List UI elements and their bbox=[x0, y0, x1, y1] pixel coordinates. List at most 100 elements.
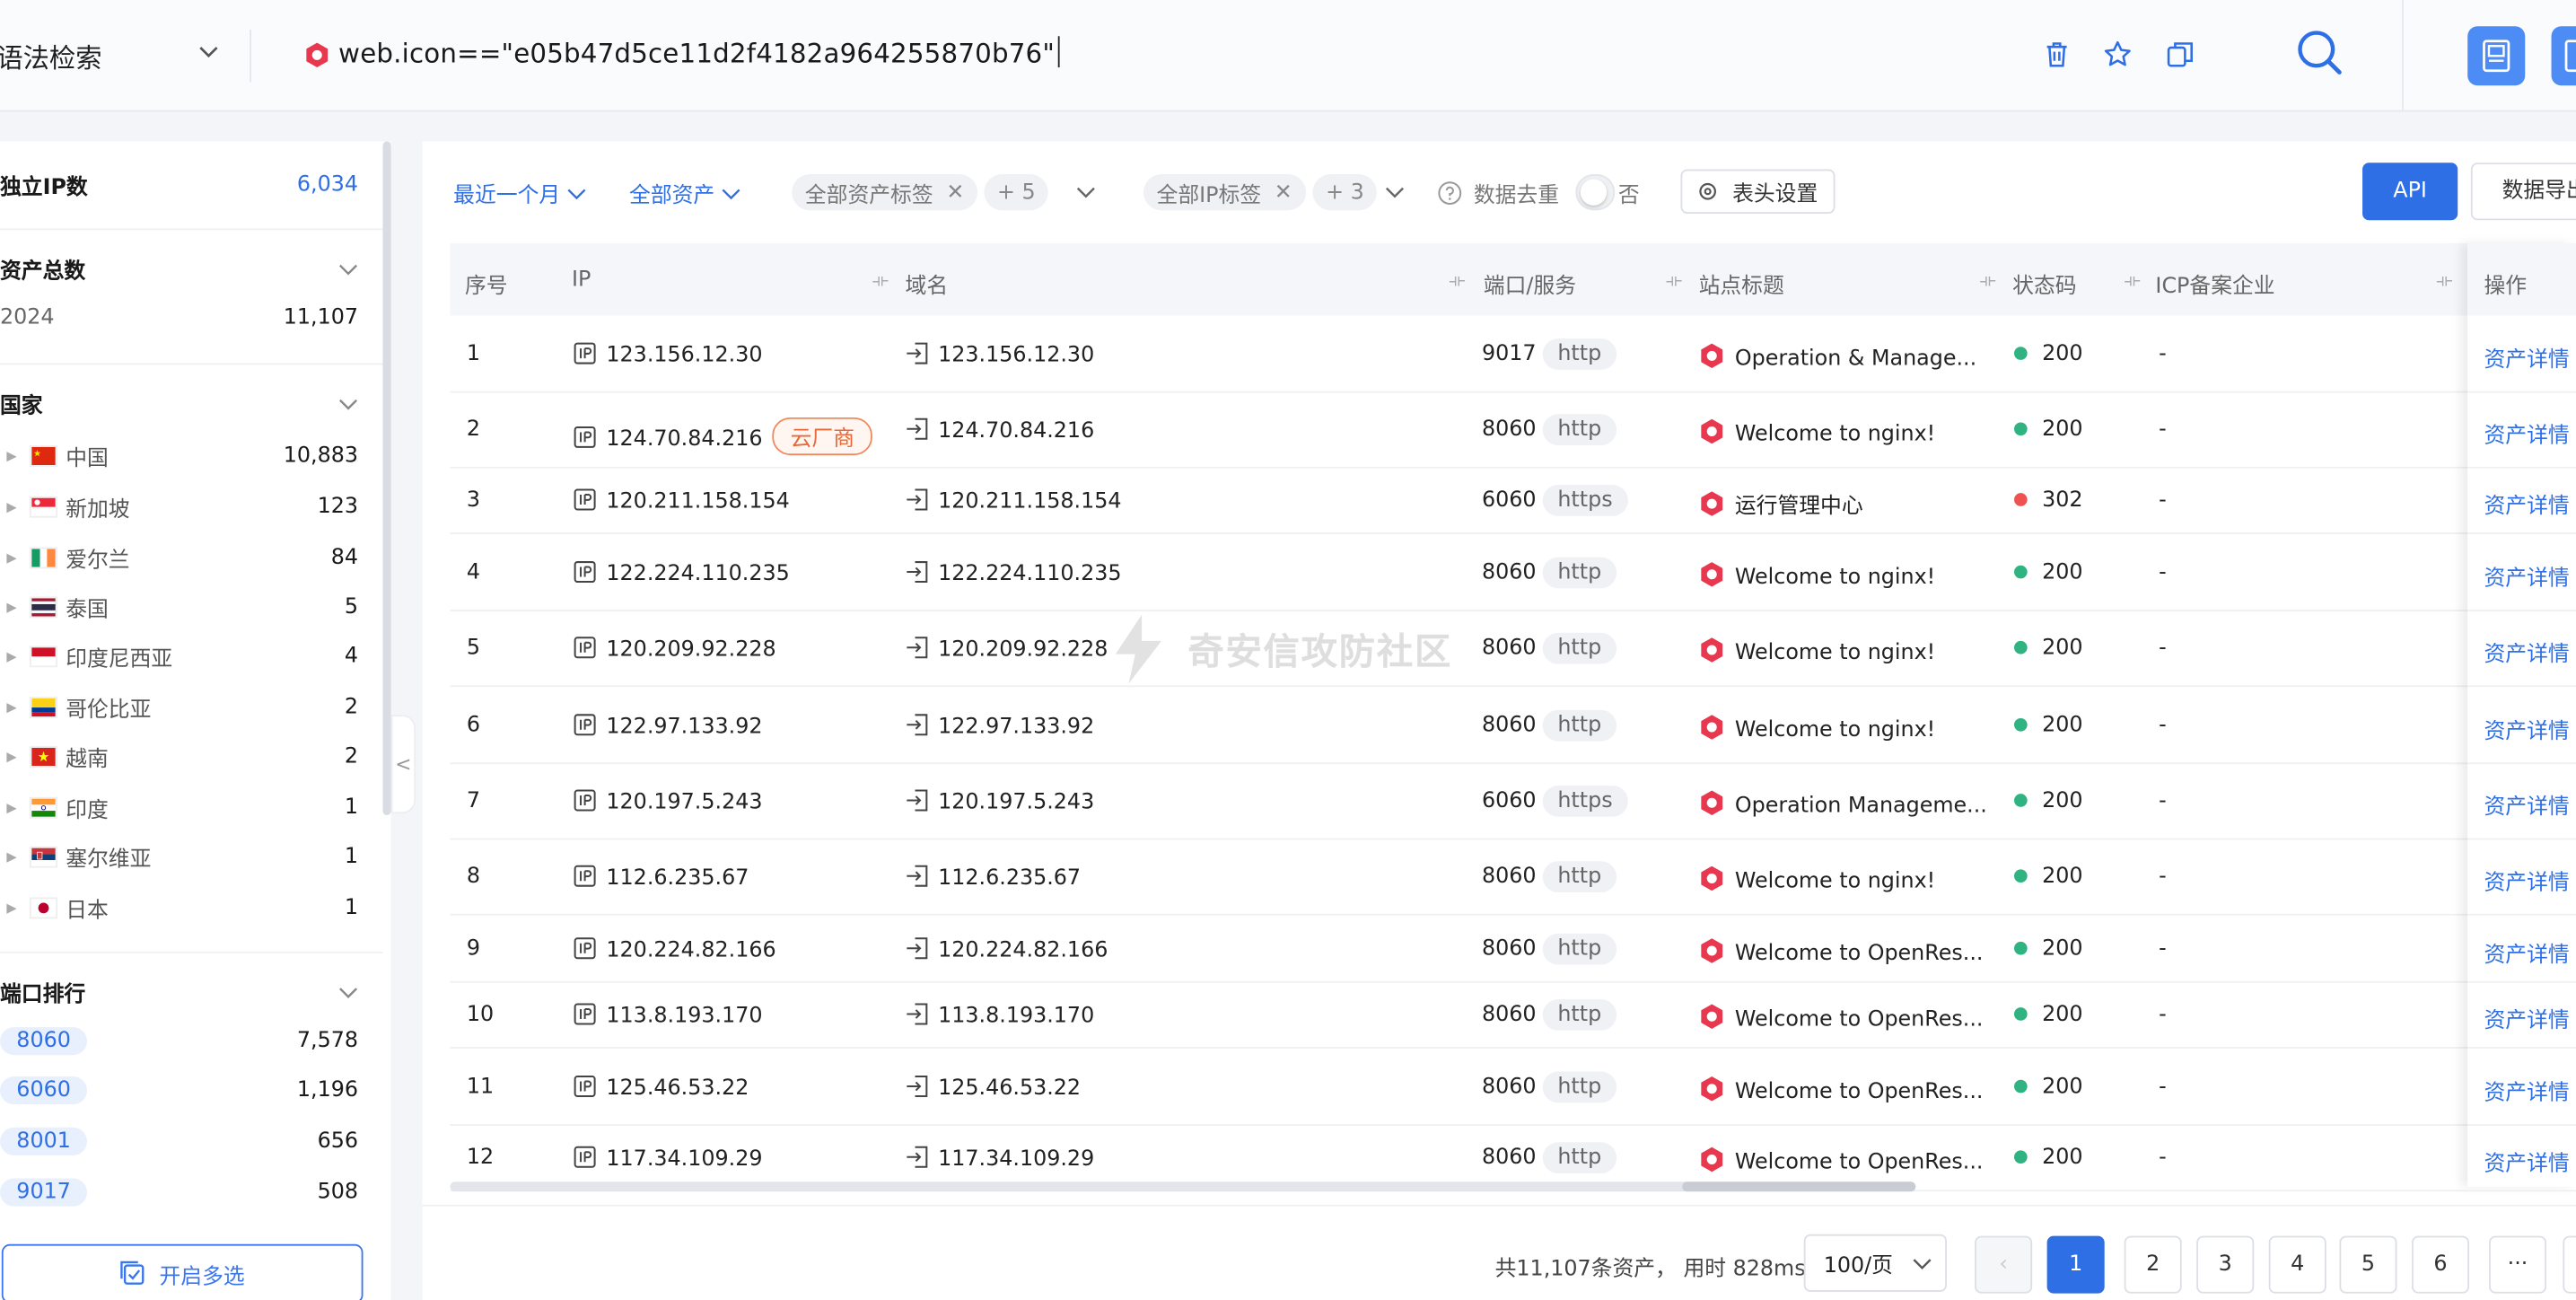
col-header-port[interactable]: 端口/服务 bbox=[1484, 268, 1576, 299]
site-title[interactable]: Welcome to nginx! bbox=[1735, 641, 1935, 665]
port-cell[interactable]: 8060 http bbox=[1482, 1070, 1617, 1102]
chevron-down-icon[interactable] bbox=[338, 397, 358, 410]
domain-value[interactable]: 120.209.92.228 bbox=[938, 637, 1108, 662]
domain-value[interactable]: 113.8.193.170 bbox=[938, 1004, 1094, 1028]
expand-icon[interactable]: ▶ bbox=[0, 649, 30, 663]
site-title[interactable]: Welcome to nginx! bbox=[1735, 717, 1935, 742]
port-item[interactable]: 8001 656 bbox=[0, 1127, 358, 1155]
country-item[interactable]: ▶ 哥伦比亚 2 bbox=[0, 692, 358, 723]
domain-value[interactable]: 124.70.84.216 bbox=[938, 419, 1094, 444]
domain-value[interactable]: 123.156.12.30 bbox=[938, 343, 1094, 367]
ip-value[interactable]: 123.156.12.30 bbox=[606, 343, 762, 367]
port-value[interactable]: 8060 bbox=[1482, 417, 1537, 442]
title-cell[interactable]: Welcome to nginx! bbox=[1699, 713, 1935, 742]
site-title[interactable]: Operation Manageme... bbox=[1735, 794, 1987, 818]
port-cell[interactable]: 8060 http bbox=[1482, 556, 1617, 588]
next-page-button[interactable] bbox=[2563, 1235, 2576, 1294]
table-row[interactable]: 8 112.6.235.67 112.6.235.67 8060 http Welcome… bbox=[450, 839, 2468, 916]
ip-cell[interactable]: 113.8.193.170 bbox=[574, 1003, 762, 1029]
col-header-status[interactable]: 状态码 bbox=[2012, 268, 2076, 299]
trash-icon[interactable] bbox=[2042, 40, 2072, 69]
table-row[interactable]: 4 122.224.110.235 122.224.110.235 8060 http W… bbox=[450, 534, 2468, 611]
expand-icon[interactable]: ▶ bbox=[0, 800, 30, 814]
ip-value[interactable]: 113.8.193.170 bbox=[606, 1004, 762, 1028]
page-button-2[interactable]: 2 bbox=[2124, 1235, 2182, 1294]
second-doc-button[interactable] bbox=[2551, 26, 2576, 86]
domain-cell[interactable]: 124.70.84.216 bbox=[906, 417, 1094, 444]
port-cell[interactable]: 8060 http bbox=[1482, 861, 1617, 893]
scrollbar-thumb[interactable] bbox=[1682, 1181, 1916, 1192]
country-item[interactable]: ▶ 日本 1 bbox=[0, 892, 358, 924]
site-title[interactable]: Welcome to nginx! bbox=[1735, 565, 1935, 589]
port-cell[interactable]: 8060 http bbox=[1482, 932, 1617, 964]
asset-detail-link[interactable]: 资产详情 bbox=[2484, 559, 2569, 591]
port-rank-header[interactable]: 端口排行 bbox=[0, 976, 358, 1007]
port-pill[interactable]: 8060 bbox=[0, 1027, 88, 1056]
asset-detail-link[interactable]: 资产详情 bbox=[2484, 1074, 2569, 1105]
port-cell[interactable]: 8060 http bbox=[1482, 708, 1617, 741]
site-title[interactable]: Welcome to nginx! bbox=[1735, 422, 1935, 446]
title-cell[interactable]: Welcome to nginx! bbox=[1699, 559, 1935, 589]
ip-cell[interactable]: 117.34.109.29 bbox=[574, 1146, 762, 1172]
domain-value[interactable]: 122.97.133.92 bbox=[938, 714, 1094, 738]
country-header[interactable]: 国家 bbox=[0, 388, 358, 419]
domain-value[interactable]: 125.46.53.22 bbox=[938, 1076, 1081, 1100]
more-pages-button[interactable]: ··· bbox=[2488, 1235, 2547, 1294]
title-cell[interactable]: Welcome to OpenRes... bbox=[1699, 936, 1983, 965]
title-cell[interactable]: Welcome to OpenRes... bbox=[1699, 1146, 1983, 1175]
domain-value[interactable]: 117.34.109.29 bbox=[938, 1147, 1094, 1172]
expand-icon[interactable]: ▶ bbox=[0, 550, 30, 565]
expand-icon[interactable]: ▶ bbox=[0, 750, 30, 764]
table-row[interactable]: 9 120.224.82.166 120.224.82.166 8060 http Wel… bbox=[450, 916, 2468, 983]
port-value[interactable]: 8060 bbox=[1482, 1074, 1537, 1098]
port-cell[interactable]: 6060 https bbox=[1482, 485, 1628, 516]
page-button-6[interactable]: 6 bbox=[2411, 1235, 2470, 1294]
domain-value[interactable]: 120.197.5.243 bbox=[938, 791, 1094, 815]
ip-cell[interactable]: 124.70.84.216 云厂商 bbox=[574, 417, 873, 456]
ip-value[interactable]: 125.46.53.22 bbox=[606, 1076, 749, 1100]
chevron-down-icon[interactable] bbox=[1076, 186, 1096, 199]
port-item[interactable]: 8060 7,578 bbox=[0, 1027, 358, 1056]
column-resize-icon[interactable]: ⟛ bbox=[1449, 269, 1465, 293]
sidebar-scrollbar[interactable] bbox=[382, 141, 391, 815]
ip-value[interactable]: 120.211.158.154 bbox=[606, 490, 789, 514]
doc-book-button[interactable] bbox=[2467, 26, 2526, 86]
asset-detail-link[interactable]: 资产详情 bbox=[2484, 865, 2569, 895]
port-value[interactable]: 8060 bbox=[1482, 713, 1537, 737]
country-item[interactable]: ▶ 印度尼西亚 4 bbox=[0, 641, 358, 672]
chevron-down-icon[interactable] bbox=[338, 262, 358, 276]
table-row[interactable]: 6 122.97.133.92 122.97.133.92 8060 http Welco… bbox=[450, 687, 2468, 765]
port-cell[interactable]: 8060 http bbox=[1482, 999, 1617, 1031]
page-button-5[interactable]: 5 bbox=[2339, 1235, 2397, 1294]
domain-cell[interactable]: 122.97.133.92 bbox=[906, 713, 1094, 739]
column-settings-button[interactable]: 表头设置 bbox=[1680, 169, 1836, 214]
port-item[interactable]: 6060 1,196 bbox=[0, 1076, 358, 1105]
chevron-down-icon[interactable] bbox=[338, 985, 358, 998]
asset-tag-filter[interactable]: 全部资产标签 ✕ bbox=[792, 174, 977, 211]
domain-cell[interactable]: 120.211.158.154 bbox=[906, 488, 1122, 514]
column-resize-icon[interactable]: ⟛ bbox=[2436, 269, 2452, 293]
port-pill[interactable]: 8001 bbox=[0, 1127, 88, 1155]
prev-page-button[interactable]: ‹ bbox=[1975, 1235, 2033, 1294]
ip-tag-more[interactable]: + 3 bbox=[1312, 174, 1378, 211]
ip-value[interactable]: 122.97.133.92 bbox=[606, 714, 762, 738]
ip-value[interactable]: 120.224.82.166 bbox=[606, 937, 775, 962]
port-value[interactable]: 9017 bbox=[1482, 341, 1537, 365]
asset-detail-link[interactable]: 资产详情 bbox=[2484, 713, 2569, 743]
table-row[interactable]: 1 123.156.12.30 123.156.12.30 9017 http Opera… bbox=[450, 315, 2468, 393]
domain-cell[interactable]: 117.34.109.29 bbox=[906, 1146, 1094, 1172]
port-value[interactable]: 8060 bbox=[1482, 1003, 1537, 1027]
column-resize-icon[interactable]: ⟛ bbox=[2125, 269, 2141, 293]
asset-scope-dropdown[interactable]: 全部资产 bbox=[629, 178, 740, 208]
column-resize-icon[interactable]: ⟛ bbox=[872, 269, 889, 293]
help-icon[interactable] bbox=[1438, 180, 1462, 206]
multi-select-button[interactable]: 开启多选 bbox=[1, 1243, 364, 1300]
chevron-down-icon[interactable] bbox=[197, 40, 221, 63]
asset-detail-link[interactable]: 资产详情 bbox=[2484, 1003, 2569, 1033]
asset-detail-link[interactable]: 资产详情 bbox=[2484, 341, 2569, 372]
port-value[interactable]: 8060 bbox=[1482, 636, 1537, 660]
domain-cell[interactable]: 125.46.53.22 bbox=[906, 1074, 1081, 1101]
col-header-title[interactable]: 站点标题 bbox=[1699, 268, 1784, 299]
close-icon[interactable]: ✕ bbox=[1275, 180, 1292, 204]
unique-ip-value[interactable]: 6,034 bbox=[297, 172, 358, 197]
